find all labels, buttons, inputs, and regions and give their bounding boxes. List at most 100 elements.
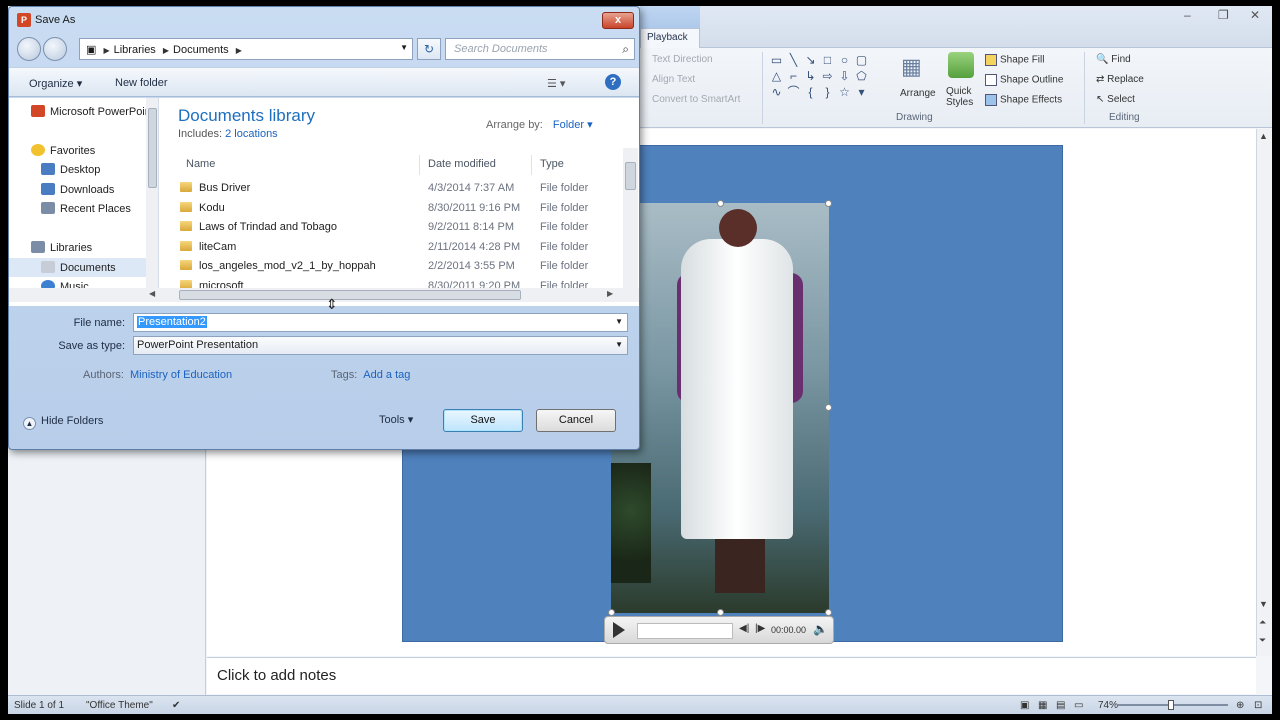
tree-item-desktop[interactable]: Desktop — [9, 160, 149, 179]
volume-icon[interactable]: 🔈 — [813, 622, 828, 636]
dialog-titlebar[interactable]: P Save As x — [9, 7, 639, 33]
resize-handle[interactable] — [608, 609, 615, 616]
quick-styles-button[interactable]: Quick Styles — [946, 86, 980, 108]
view-options-icon[interactable]: ☰ ▾ — [547, 77, 565, 90]
select-button[interactable]: ↖ Select — [1096, 94, 1135, 105]
scroll-up-icon[interactable]: ▲ — [1259, 131, 1268, 141]
arrange-by-dropdown[interactable]: Folder ▾ — [553, 119, 593, 131]
tree-item-documents[interactable]: Documents — [9, 258, 149, 277]
resize-handle[interactable] — [717, 609, 724, 616]
brace-left-shape-icon[interactable]: { — [802, 84, 819, 100]
normal-view-icon[interactable]: ▣ — [1020, 700, 1029, 711]
tags-value[interactable]: Add a tag — [363, 369, 410, 381]
reading-view-icon[interactable]: ▤ — [1056, 700, 1065, 711]
notes-pane[interactable]: Click to add notes — [207, 657, 1256, 694]
slide-vertical-scrollbar[interactable]: ▲ ▼ ⏶ ⏷ — [1256, 129, 1272, 656]
column-header-name[interactable]: Name — [180, 155, 420, 175]
resize-handle[interactable] — [825, 404, 832, 411]
arrow-down-shape-icon[interactable]: ⇩ — [836, 68, 853, 84]
organize-button[interactable]: Organize ▾ — [29, 77, 82, 90]
close-icon[interactable]: ✕ — [1250, 8, 1260, 22]
resize-handle[interactable] — [717, 200, 724, 207]
column-header-date[interactable]: Date modified — [422, 155, 532, 175]
search-input[interactable]: Search Documents ⌕ — [445, 38, 635, 60]
fit-to-window-icon[interactable]: ⊡ — [1254, 700, 1262, 711]
address-dropdown-icon[interactable]: ▼ — [400, 43, 408, 52]
media-timeline[interactable] — [637, 623, 733, 639]
file-list-scrollbar-thumb[interactable] — [625, 162, 636, 190]
skip-back-icon[interactable]: ◀| — [739, 623, 749, 634]
zoom-level[interactable]: 74% — [1098, 700, 1118, 711]
tab-playback[interactable]: Playback — [640, 28, 700, 48]
column-header-type[interactable]: Type — [534, 155, 624, 175]
forward-button[interactable] — [43, 37, 67, 61]
zoom-in-icon[interactable]: ⊕ — [1236, 700, 1244, 711]
tree-item-recent-places[interactable]: Recent Places — [9, 199, 149, 218]
tree-item-powerpoint[interactable]: Microsoft PowerPoint — [9, 102, 149, 121]
file-row[interactable]: Bus Driver 4/3/2014 7:37 AM File folder — [174, 179, 614, 198]
oval-shape-icon[interactable]: ○ — [836, 52, 853, 68]
dialog-close-button[interactable]: x — [602, 12, 634, 29]
slide-sorter-icon[interactable]: ▦ — [1038, 700, 1047, 711]
tools-button[interactable]: Tools ▾ — [379, 413, 413, 426]
file-row[interactable]: Kodu 8/30/2011 9:16 PM File folder — [174, 199, 614, 218]
resize-handle[interactable] — [825, 200, 832, 207]
horizontal-scrollbar-thumb[interactable] — [179, 290, 521, 300]
elbow-shape-icon[interactable]: ↳ — [802, 68, 819, 84]
arrow-right-shape-icon[interactable]: ⇨ — [819, 68, 836, 84]
curve-shape-icon[interactable]: ∿ — [768, 84, 785, 100]
file-row[interactable]: los_angeles_mod_v2_1_by_hoppah 2/2/2014 3… — [174, 257, 614, 276]
file-name-dropdown-icon[interactable]: ▼ — [615, 317, 623, 326]
save-type-dropdown-icon[interactable]: ▼ — [615, 340, 623, 349]
file-list-vertical-scrollbar[interactable] — [623, 148, 638, 288]
back-button[interactable] — [17, 37, 41, 61]
breadcrumb-documents[interactable]: Documents — [173, 44, 229, 56]
convert-smartart-button[interactable]: Convert to SmartArt — [652, 94, 740, 105]
save-type-select[interactable]: PowerPoint Presentation ▼ — [133, 336, 628, 355]
tree-item-libraries[interactable]: Libraries — [9, 238, 149, 257]
new-folder-button[interactable]: New folder — [115, 77, 168, 89]
next-slide-icon[interactable]: ⏷ — [1259, 635, 1266, 646]
replace-button[interactable]: ⇄ Replace — [1096, 74, 1144, 85]
connector-shape-icon[interactable]: ⌐ — [785, 68, 802, 84]
tree-item-favorites[interactable]: Favorites — [9, 141, 149, 160]
file-row[interactable]: liteCam 2/11/2014 4:28 PM File folder — [174, 238, 614, 257]
scroll-left-icon[interactable]: ◀ — [149, 289, 155, 298]
arrange-button[interactable]: Arrange — [900, 88, 936, 99]
rounded-rect-shape-icon[interactable]: ▢ — [853, 52, 870, 68]
file-list-horizontal-scrollbar[interactable]: ◀ ▶ — [9, 288, 639, 302]
refresh-button[interactable]: ↻ — [417, 38, 441, 60]
star-shape-icon[interactable]: ☆ — [836, 84, 853, 100]
file-row[interactable]: Laws of Trindad and Tobago 9/2/2011 8:14 … — [174, 218, 614, 237]
text-direction-button[interactable]: Text Direction — [652, 54, 713, 65]
breadcrumb-libraries[interactable]: Libraries — [114, 44, 156, 56]
zoom-slider-thumb[interactable] — [1168, 700, 1174, 710]
shape-outline-button[interactable]: Shape Outline — [985, 74, 1063, 86]
tree-scrollbar-thumb[interactable] — [148, 108, 157, 188]
address-bar[interactable]: ▣ ▶ Libraries ▶ Documents ▶ ▼ — [79, 38, 413, 60]
skip-forward-icon[interactable]: |▶ — [755, 623, 765, 634]
arrow-shape-icon[interactable]: ↘ — [802, 52, 819, 68]
save-button[interactable]: Save — [443, 409, 523, 432]
inserted-video[interactable] — [611, 203, 829, 613]
authors-value[interactable]: Ministry of Education — [130, 369, 232, 381]
locations-link[interactable]: 2 locations — [225, 128, 278, 140]
line-shape-icon[interactable]: ╲ — [785, 52, 802, 68]
hide-folders-button[interactable]: ▲ Hide Folders — [23, 415, 103, 430]
rectangle-shape-icon[interactable]: □ — [819, 52, 836, 68]
tree-scrollbar[interactable] — [146, 98, 158, 298]
minimize-icon[interactable]: – — [1184, 8, 1191, 22]
spellcheck-icon[interactable]: ✔ — [172, 700, 180, 711]
textbox-shape-icon[interactable]: ▭ — [768, 52, 785, 68]
shape-effects-button[interactable]: Shape Effects — [985, 94, 1062, 106]
shapes-gallery[interactable]: ▭ ╲ ↘ □ ○ ▢ △ ⌐ ↳ ⇨ ⇩ ⬠ ∿ ⌒{} ☆ ▾ — [768, 52, 888, 108]
theme-name[interactable]: "Office Theme" — [86, 700, 153, 711]
cancel-button[interactable]: Cancel — [536, 409, 616, 432]
align-text-button[interactable]: Align Text — [652, 74, 695, 85]
scroll-right-icon[interactable]: ▶ — [607, 289, 613, 298]
file-name-input[interactable]: Presentation2 ▼ — [133, 313, 628, 332]
tree-item-downloads[interactable]: Downloads — [9, 180, 149, 199]
scroll-down-icon[interactable]: ▼ — [1259, 599, 1268, 609]
more-shapes-icon[interactable]: ▾ — [853, 84, 870, 100]
resize-handle[interactable] — [825, 609, 832, 616]
